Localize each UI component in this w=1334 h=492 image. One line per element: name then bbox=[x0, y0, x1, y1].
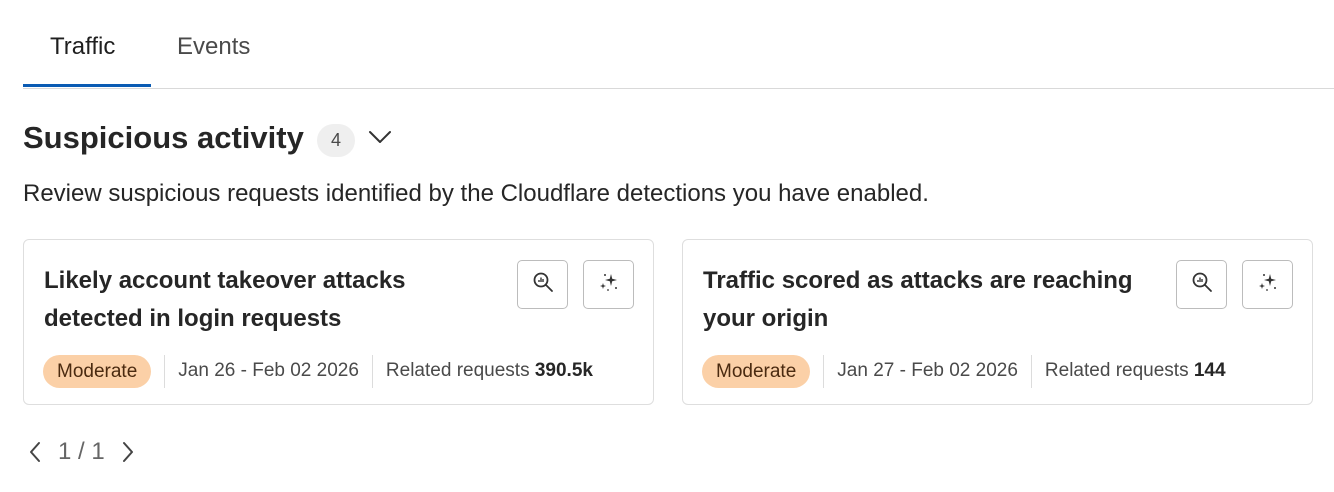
section-title: Suspicious activity bbox=[23, 120, 304, 155]
date-range: Jan 26 - Feb 02 2026 bbox=[178, 360, 359, 381]
severity-badge: Moderate bbox=[43, 354, 152, 388]
related-requests: Related requests 144 bbox=[1045, 360, 1226, 382]
tab-bar: Traffic Events bbox=[23, 0, 1334, 89]
sparkle-button[interactable] bbox=[1242, 260, 1293, 309]
pagination: 1 / 1 bbox=[26, 436, 137, 468]
related-requests: Related requests 390.5k bbox=[386, 360, 593, 382]
chevron-left-icon[interactable] bbox=[26, 439, 44, 465]
related-requests-value: 390.5k bbox=[534, 360, 593, 381]
analytics-search-button[interactable] bbox=[517, 260, 568, 309]
card-title: Traffic scored as attacks are reaching y… bbox=[703, 267, 1133, 332]
tab-traffic[interactable]: Traffic bbox=[50, 33, 115, 61]
insight-card[interactable]: Traffic scored as attacks are reaching y… bbox=[682, 239, 1313, 405]
count-badge: 4 bbox=[317, 124, 355, 157]
card-title: Likely account takeover attacks detected… bbox=[44, 267, 406, 332]
related-requests-label: Related requests bbox=[1044, 360, 1189, 381]
analytics-search-button[interactable] bbox=[1176, 260, 1227, 309]
sparkle-button[interactable] bbox=[583, 260, 634, 309]
chevron-down-icon[interactable] bbox=[366, 126, 394, 148]
divider bbox=[823, 354, 825, 388]
chevron-right-icon[interactable] bbox=[119, 439, 137, 465]
analytics-search-icon bbox=[1191, 271, 1213, 298]
severity-badge: Moderate bbox=[702, 354, 811, 388]
sparkle-icon bbox=[597, 270, 621, 299]
related-requests-label: Related requests bbox=[385, 360, 530, 381]
date-range: Jan 27 - Feb 02 2026 bbox=[837, 360, 1018, 381]
card-meta: Moderate Jan 26 - Feb 02 2026 Related re… bbox=[43, 354, 593, 388]
tab-events[interactable]: Events bbox=[177, 33, 250, 61]
insight-card[interactable]: Likely account takeover attacks detected… bbox=[23, 239, 654, 405]
active-tab-indicator bbox=[23, 84, 151, 87]
divider bbox=[371, 354, 373, 388]
divider bbox=[164, 354, 166, 388]
page-indicator: 1 / 1 bbox=[58, 438, 105, 465]
analytics-search-icon bbox=[532, 271, 554, 298]
divider bbox=[1030, 354, 1032, 388]
card-meta: Moderate Jan 27 - Feb 02 2026 Related re… bbox=[702, 354, 1226, 388]
section-description: Review suspicious requests identified by… bbox=[23, 180, 929, 207]
sparkle-icon bbox=[1256, 270, 1280, 299]
related-requests-value: 144 bbox=[1193, 360, 1226, 381]
